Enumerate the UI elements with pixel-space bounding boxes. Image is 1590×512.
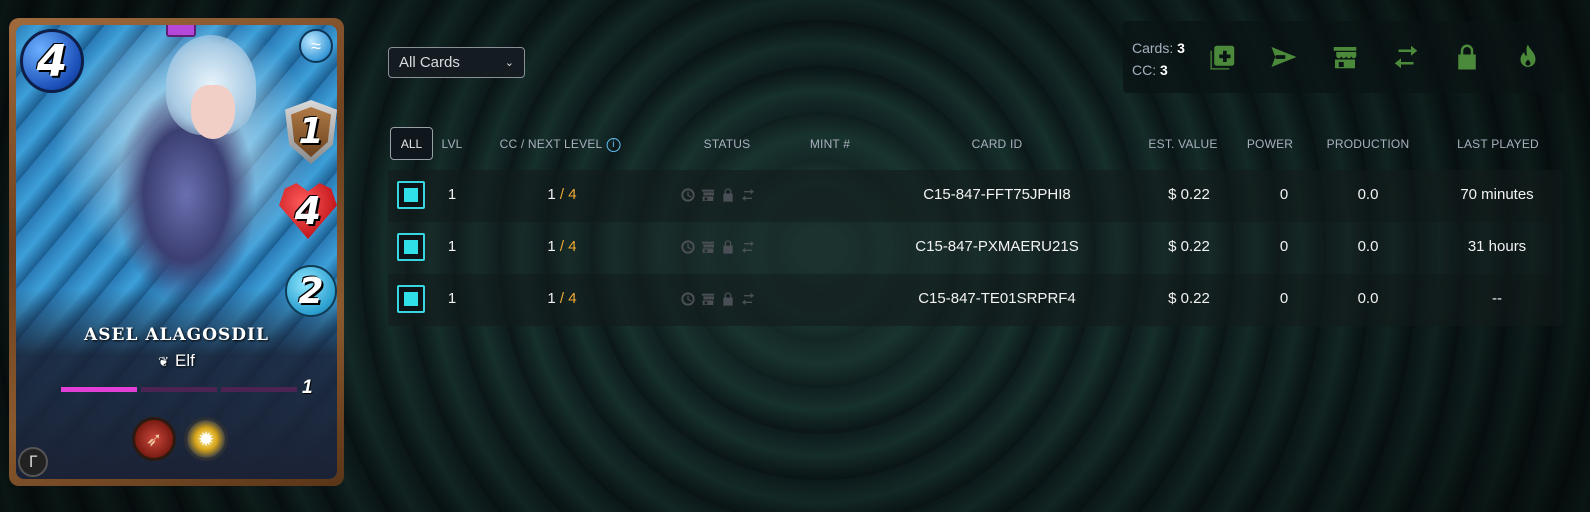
clock-icon [680, 239, 696, 255]
edition-logo-icon: ᒥ [18, 447, 48, 477]
cell-card-id[interactable]: C15-847-PXMAERU21S [915, 238, 1078, 255]
header-production[interactable]: PRODUCTION [1327, 137, 1410, 151]
holy-burst-ability-icon: ✹ [184, 417, 228, 461]
cell-production: 0.0 [1357, 290, 1379, 307]
clock-icon [680, 187, 696, 203]
header-status[interactable]: STATUS [704, 137, 751, 151]
cell-power: 0 [1279, 290, 1289, 307]
card-preview: 4 ≈ 1 4 2 ASEL ALAGOSDIL ❦ Elf 1 ➶ ✹ ᒥ [9, 18, 344, 486]
cc-count-value: 3 [1160, 62, 1168, 78]
cell-lvl: 1 [447, 186, 457, 203]
selection-counts: Cards: 3 CC: 3 [1132, 37, 1185, 81]
lock-icon [720, 291, 736, 307]
elf-race-icon: ❦ [158, 354, 170, 369]
armor-stat-icon: 1 [285, 100, 337, 164]
card-art: 4 ≈ 1 4 2 ASEL ALAGOSDIL ❦ Elf 1 ➶ ✹ ᒥ [16, 25, 337, 479]
header-last-played[interactable]: LAST PLAYED [1457, 137, 1539, 151]
table-row[interactable]: 1 1 / 4 C15-847-FFT75JPHI8 $ 0.22 0 0.0 … [388, 170, 1563, 222]
card-actions-panel: Cards: 3 CC: 3 [1123, 21, 1563, 93]
cell-est-value: $ 0.22 [1168, 290, 1210, 307]
table-row[interactable]: 1 1 / 4 C15-847-PXMAERU21S $ 0.22 0 0.0 … [388, 222, 1563, 274]
level-progress-bar [61, 387, 297, 392]
header-card-id[interactable]: CARD ID [972, 137, 1023, 151]
lock-icon [720, 239, 736, 255]
lock-icon[interactable] [1451, 41, 1483, 73]
cell-est-value: $ 0.22 [1168, 186, 1210, 203]
cell-production: 0.0 [1357, 186, 1379, 203]
header-mint[interactable]: MINT # [810, 137, 850, 151]
market-icon [700, 291, 716, 307]
lock-icon [720, 187, 736, 203]
cell-power: 0 [1279, 238, 1289, 255]
health-stat-icon: 4 [279, 183, 337, 239]
row-checkbox[interactable] [397, 285, 425, 313]
chevron-down-icon: ⌄ [504, 57, 514, 69]
row-checkbox[interactable] [397, 233, 425, 261]
burn-icon[interactable] [1512, 41, 1544, 73]
ranged-ability-icon: ➶ [132, 417, 176, 461]
card-race: ❦ Elf [16, 351, 337, 371]
card-filter-select[interactable]: All Cards ⌄ [388, 47, 525, 78]
cell-est-value: $ 0.22 [1168, 238, 1210, 255]
cell-last-played: -- [1492, 290, 1502, 307]
market-icon [700, 187, 716, 203]
cell-next-level: / 4 [559, 186, 577, 203]
cell-lvl: 1 [447, 290, 457, 307]
table-row[interactable]: 1 1 / 4 C15-847-TE01SRPRF4 $ 0.22 0 0.0 … [388, 274, 1563, 326]
card-character-face [191, 85, 235, 139]
cell-next-level: / 4 [559, 238, 577, 255]
combine-icon[interactable] [1207, 41, 1239, 73]
cell-cc-next: 1 / 4 [547, 290, 576, 307]
info-icon[interactable]: i [606, 137, 621, 152]
header-power[interactable]: POWER [1247, 137, 1293, 151]
cell-last-played: 70 minutes [1460, 186, 1534, 203]
card-filter-value: All Cards [399, 54, 460, 71]
status-icons [680, 291, 756, 307]
market-icon[interactable] [1329, 41, 1361, 73]
water-element-icon: ≈ [299, 29, 333, 63]
level-progress-segment [61, 387, 137, 392]
row-checkbox[interactable] [397, 181, 425, 209]
transfer-icon [740, 291, 756, 307]
cell-cc-next: 1 / 4 [547, 186, 576, 203]
cell-power: 0 [1279, 186, 1289, 203]
speed-stat-icon: 2 [285, 265, 337, 317]
cards-count-value: 3 [1177, 40, 1185, 56]
card-name: ASEL ALAGOSDIL [84, 325, 269, 345]
status-icons [680, 187, 756, 203]
status-icons [680, 239, 756, 255]
card-level: 1 [302, 377, 313, 398]
cards-count-label: Cards: [1132, 40, 1174, 56]
level-progress-segment [141, 387, 217, 392]
cell-cc: 1 [547, 238, 556, 255]
cc-count-label: CC: [1132, 62, 1157, 78]
cell-last-played: 31 hours [1467, 238, 1527, 255]
transfer-icon[interactable] [1390, 41, 1422, 73]
header-cc-next-level[interactable]: CC / NEXT LEVEL i [500, 137, 621, 152]
rarity-gem-icon [166, 25, 196, 37]
card-bottom-shade [16, 289, 337, 479]
select-all-button[interactable]: ALL [390, 127, 433, 160]
cell-card-id[interactable]: C15-847-FFT75JPHI8 [923, 186, 1071, 203]
cell-next-level: / 4 [559, 290, 577, 307]
armor-value: 1 [291, 107, 331, 157]
level-progress-segment [221, 387, 297, 392]
market-icon [700, 239, 716, 255]
cell-cc: 1 [547, 290, 556, 307]
mana-cost-badge: 4 [20, 29, 84, 93]
transfer-icon [740, 187, 756, 203]
card-race-label: Elf [175, 351, 195, 370]
clock-icon [680, 291, 696, 307]
header-cc-next-level-label: CC / NEXT LEVEL [499, 137, 603, 151]
cell-lvl: 1 [447, 238, 457, 255]
cell-production: 0.0 [1357, 238, 1379, 255]
cell-card-id[interactable]: C15-847-TE01SRPRF4 [918, 290, 1076, 307]
cards-table-header: ALL LVL CC / NEXT LEVEL i STATUS MINT # C… [388, 127, 1563, 161]
cell-cc-next: 1 / 4 [547, 238, 576, 255]
send-icon[interactable] [1268, 41, 1300, 73]
header-est-value[interactable]: EST. VALUE [1148, 137, 1217, 151]
transfer-icon [740, 239, 756, 255]
header-lvl[interactable]: LVL [441, 137, 462, 151]
cell-cc: 1 [547, 186, 556, 203]
